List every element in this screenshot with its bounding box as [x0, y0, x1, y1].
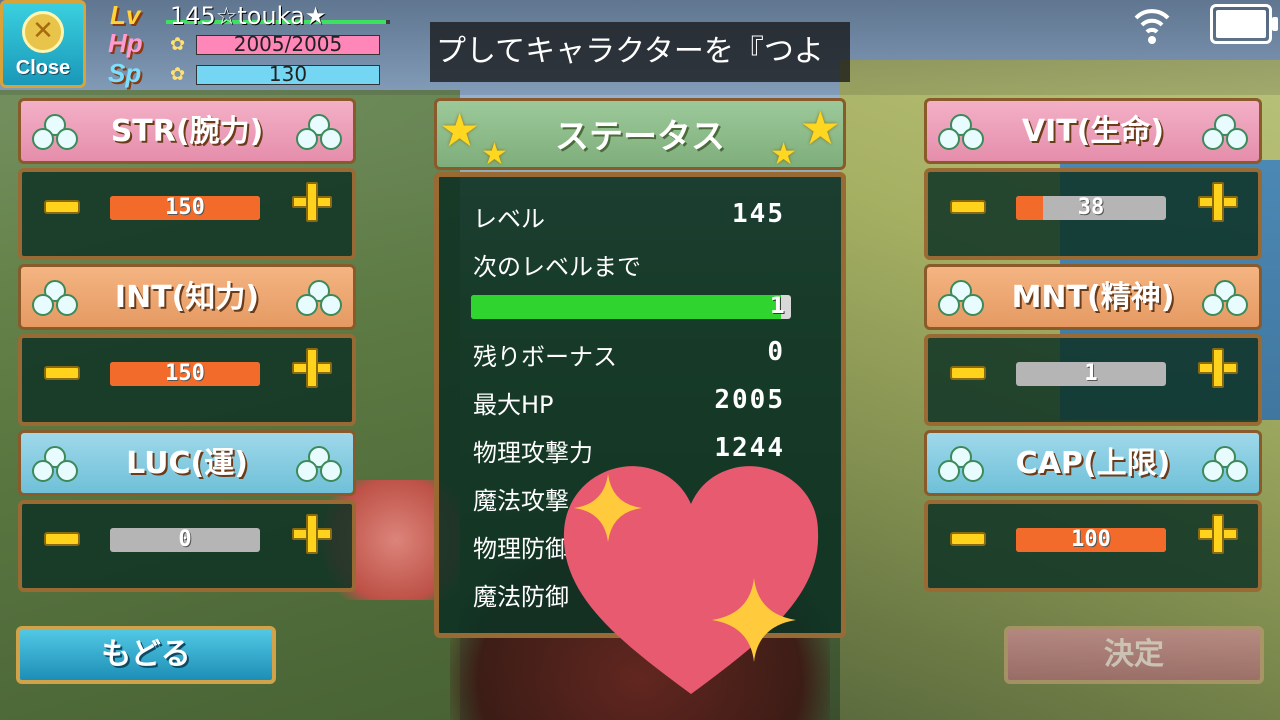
close-icon: ✕: [22, 11, 64, 53]
vit-plus-button[interactable]: [1198, 182, 1238, 222]
star-icon: ★: [799, 101, 841, 155]
next-level-fill: [471, 295, 782, 319]
str-controls: 150: [18, 168, 356, 260]
str-value: 150: [165, 196, 205, 220]
mnt-value: 1: [1084, 362, 1098, 386]
vit-value-bar: 38: [1016, 196, 1166, 220]
int-minus-button[interactable]: [44, 366, 80, 380]
next-level-value: 1: [769, 295, 785, 319]
luc-panel: LUC(運) 0: [18, 430, 356, 592]
battery-icon: [1210, 4, 1278, 44]
next-level-bar: 1: [471, 295, 791, 319]
str-panel: STR(腕力) 150: [18, 98, 356, 260]
maxhp-label: 最大HP: [473, 391, 554, 419]
maxhp-value: 2005: [714, 385, 785, 415]
back-button[interactable]: もどる: [16, 626, 276, 684]
battery-fill: [1216, 10, 1266, 38]
mnt-minus-button[interactable]: [950, 366, 986, 380]
int-header: INT(知力): [18, 264, 356, 330]
tutorial-ticker: プしてキャラクターを『つよ: [430, 22, 850, 82]
vit-value: 38: [1077, 196, 1105, 220]
mnt-plus-button[interactable]: [1198, 348, 1238, 388]
luc-minus-button[interactable]: [44, 532, 80, 546]
bonus-label: 残りボーナス: [473, 343, 617, 371]
vit-controls: 38: [924, 168, 1262, 260]
leaf-icon: [296, 446, 342, 482]
player-level-name: 145☆touka★: [170, 2, 327, 30]
hp-status-icon: ✿: [170, 34, 186, 55]
int-controls: 150: [18, 334, 356, 426]
mnt-header: MNT(精神): [924, 264, 1262, 330]
str-minus-button[interactable]: [44, 200, 80, 214]
close-label: Close: [15, 57, 71, 79]
leaf-icon: [1202, 114, 1248, 150]
leaf-icon: [296, 280, 342, 316]
vit-panel: VIT(生命) 38: [924, 98, 1262, 260]
cap-panel: CAP(上限) 100: [924, 430, 1262, 592]
vit-header: VIT(生命): [924, 98, 1262, 164]
luc-value: 0: [178, 528, 192, 552]
top-hud: ✕ Close Lv Hp Sp 145☆touka★ ✿ 2005/2005 …: [0, 0, 1280, 95]
str-value-bar: 150: [110, 196, 260, 220]
mnt-value-bar: 1: [1016, 362, 1166, 386]
level-value: 145: [732, 199, 785, 229]
pdef-label: 物理防御: [473, 535, 569, 563]
close-button[interactable]: ✕ Close: [0, 0, 86, 88]
mnt-panel: MNT(精神) 1: [924, 264, 1262, 426]
leaf-icon: [1202, 280, 1248, 316]
confirm-button[interactable]: 決定: [1004, 626, 1264, 684]
battery-tip: [1272, 17, 1278, 31]
mdef-label: 魔法防御: [473, 583, 569, 611]
sp-key: Sp: [108, 58, 142, 88]
wifi-icon: [1134, 9, 1170, 44]
vit-minus-button[interactable]: [950, 200, 986, 214]
int-value-bar: 150: [110, 362, 260, 386]
cap-value: 100: [1071, 528, 1111, 552]
level-label: レベル: [473, 205, 545, 233]
str-header: STR(腕力): [18, 98, 356, 164]
hp-text: 2005/2005: [233, 32, 343, 56]
hp-bar: 2005/2005: [196, 32, 380, 56]
cap-controls: 100: [924, 500, 1262, 592]
int-panel: INT(知力) 150: [18, 264, 356, 426]
lv-key: Lv: [110, 0, 141, 30]
sp-bar: 130: [196, 62, 380, 86]
sp-text: 130: [268, 62, 308, 86]
luc-value-bar: 0: [110, 528, 260, 552]
cap-minus-button[interactable]: [950, 532, 986, 546]
cap-value-bar: 100: [1016, 528, 1166, 552]
cap-header: CAP(上限): [924, 430, 1262, 496]
mnt-controls: 1: [924, 334, 1262, 426]
int-plus-button[interactable]: [292, 348, 332, 388]
next-level-label: 次のレベルまで: [473, 253, 641, 281]
cap-plus-button[interactable]: [1198, 514, 1238, 554]
hp-key: Hp: [108, 28, 143, 58]
leaf-icon: [296, 114, 342, 150]
int-value: 150: [165, 362, 205, 386]
str-plus-button[interactable]: [292, 182, 332, 222]
sp-status-icon: ✿: [170, 64, 186, 85]
status-header: ★ ★ ステータス ★ ★: [434, 98, 846, 172]
luc-header: LUC(運): [18, 430, 356, 496]
bonus-value: 0: [767, 337, 785, 367]
luc-controls: 0: [18, 500, 356, 592]
matk-label: 魔法攻撃: [473, 487, 569, 515]
star-icon: ★: [770, 137, 797, 172]
heart-sticker: [563, 466, 819, 694]
leaf-icon: [1202, 446, 1248, 482]
luc-plus-button[interactable]: [292, 514, 332, 554]
